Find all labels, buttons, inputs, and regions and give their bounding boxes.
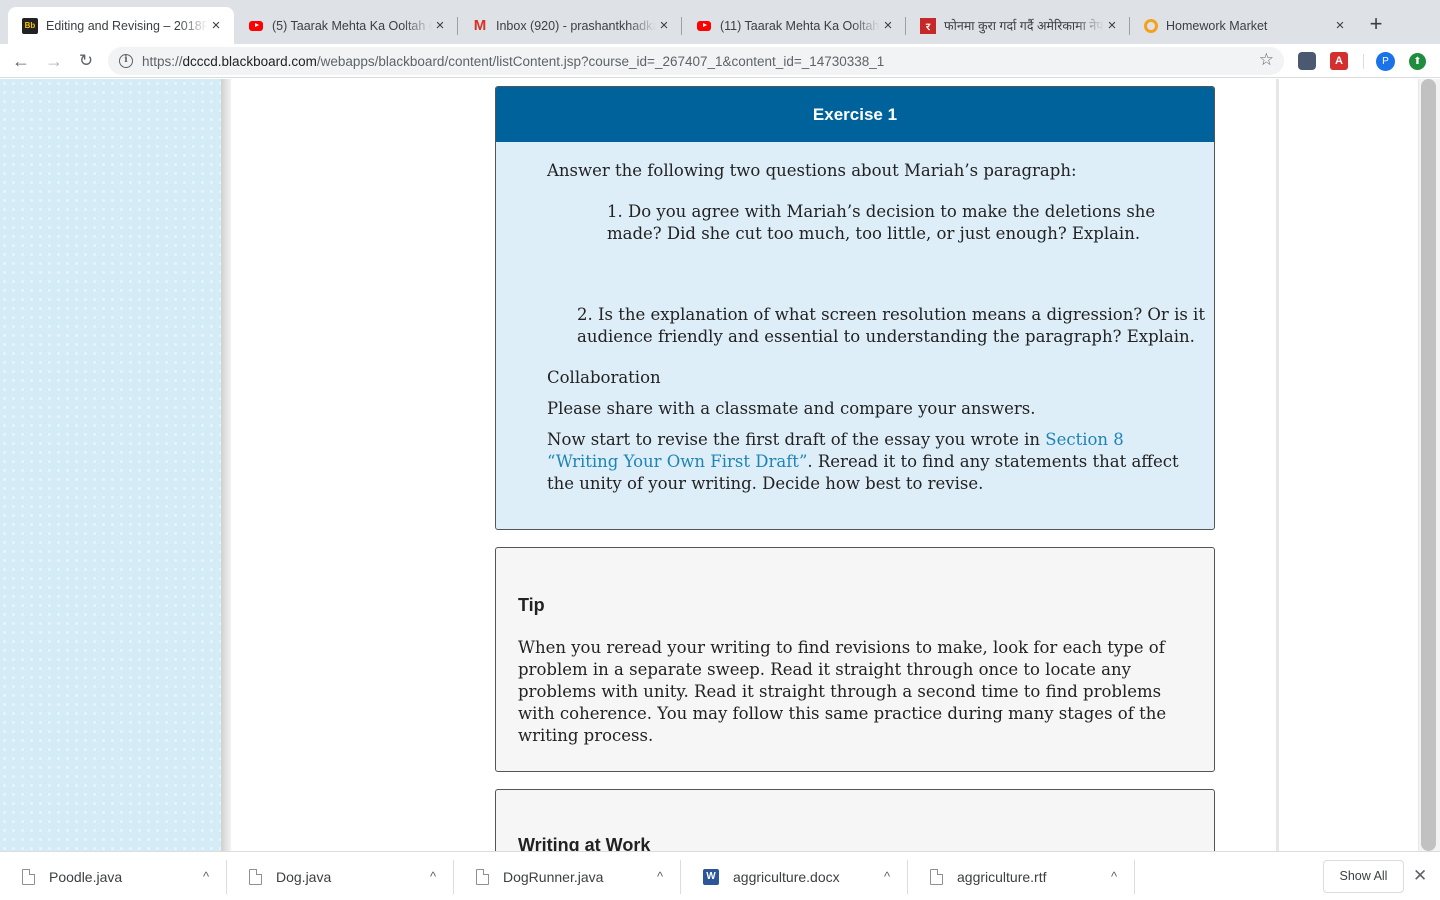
download-filename: Poodle.java [49, 868, 123, 885]
youtube-icon [696, 18, 712, 34]
revise-instructions: Now start to revise the first draft of t… [547, 430, 1179, 493]
chevron-up-icon[interactable]: ^ [191, 869, 221, 884]
decorative-sidebar [0, 79, 221, 851]
question-1: 1. Do you agree with Mariah’s decision t… [607, 202, 1156, 243]
download-item-aggriculture-docx[interactable]: W aggriculture.docx ^ [681, 852, 908, 900]
extension-icon[interactable] [1298, 52, 1316, 70]
download-shelf: Poodle.java ^ Dog.java ^ DogRunner.java … [0, 851, 1440, 900]
url-path: /webapps/blackboard/content/listContent.… [316, 53, 885, 69]
show-all-button[interactable]: Show All [1323, 860, 1404, 893]
tab-homework-market[interactable]: Homework Market × [1130, 7, 1358, 44]
new-tab-icon[interactable]: + [1364, 12, 1388, 36]
download-filename: DogRunner.java [503, 868, 604, 885]
toolbar-separator [1363, 54, 1364, 69]
tab-title: Editing and Revising – 2018F [46, 18, 208, 33]
close-icon[interactable]: ✕ [1413, 866, 1427, 886]
file-icon [249, 868, 262, 885]
homework-market-icon [1144, 18, 1158, 33]
tab-gmail-inbox[interactable]: M Inbox (920) - prashantkhadka × [458, 7, 682, 44]
bookmark-star-icon[interactable]: ☆ [1259, 50, 1274, 70]
collaboration-heading: Collaboration [547, 368, 661, 387]
download-item-aggriculture-rtf[interactable]: aggriculture.rtf ^ [908, 852, 1135, 900]
tab-title: (11) Taarak Mehta Ka Ooltah Chashmah [720, 18, 880, 33]
forward-arrow-icon[interactable]: → [42, 49, 66, 73]
url-text: https://dcccd.blackboard.com/webapps/bla… [142, 53, 885, 69]
download-item-dog[interactable]: Dog.java ^ [227, 852, 454, 900]
url-domain: dcccd.blackboard.com [182, 53, 317, 69]
tab-editing-revising[interactable]: Bb Editing and Revising – 2018F × [8, 7, 234, 44]
chevron-up-icon[interactable]: ^ [645, 869, 675, 884]
chevron-up-icon[interactable]: ^ [1099, 869, 1129, 884]
tab-close-icon[interactable]: × [208, 17, 224, 34]
youtube-icon [248, 18, 264, 34]
tab-close-icon[interactable]: × [1332, 17, 1348, 34]
file-icon [930, 868, 943, 885]
tab-close-icon[interactable]: × [656, 17, 672, 34]
tab-close-icon[interactable]: × [432, 17, 448, 34]
content-shadow-left [221, 79, 231, 851]
site-info-icon[interactable]: i [119, 54, 133, 68]
tab-strip: Bb Editing and Revising – 2018F × (5) Ta… [0, 0, 1440, 44]
exercise-box: Exercise 1 Answer the following two ques… [495, 86, 1215, 530]
tab-taarak-mehta-1[interactable]: (5) Taarak Mehta Ka Ooltah Chashmah × [234, 7, 458, 44]
tab-title: (5) Taarak Mehta Ka Ooltah Chashmah [272, 18, 432, 33]
tab-close-icon[interactable]: × [1104, 17, 1120, 34]
update-icon[interactable]: ⬆ [1409, 53, 1426, 70]
address-bar[interactable]: i https://dcccd.blackboard.com/webapps/b… [108, 47, 1284, 75]
file-icon [476, 868, 489, 885]
collaboration-text: Please share with a classmate and compar… [547, 399, 1036, 418]
chevron-up-icon[interactable]: ^ [418, 869, 448, 884]
gmail-icon: M [473, 17, 487, 34]
pdf-extension-icon[interactable]: A [1330, 52, 1348, 70]
tab-taarak-mehta-2[interactable]: (11) Taarak Mehta Ka Ooltah Chashmah × [682, 7, 906, 44]
chevron-up-icon[interactable]: ^ [872, 869, 902, 884]
reload-icon[interactable]: ↻ [74, 49, 98, 73]
tip-box: Tip When you reread your writing to find… [495, 547, 1215, 772]
back-arrow-icon[interactable]: ← [9, 49, 33, 73]
download-item-poodle[interactable]: Poodle.java ^ [0, 852, 227, 900]
exercise-title: Exercise 1 [496, 87, 1214, 142]
tip-title: Tip [518, 595, 545, 615]
tab-title: Homework Market [1166, 18, 1268, 33]
blackboard-icon: Bb [22, 17, 38, 34]
browser-toolbar: ← → ↻ i https://dcccd.blackboard.com/web… [0, 44, 1440, 78]
tab-nepali-news[interactable]: र फोनमा कुरा गर्दा गर्दै अमेरिकामा नेपाल… [906, 7, 1130, 44]
tab-title: Inbox (920) - prashantkhadka [496, 18, 656, 33]
download-filename: aggriculture.rtf [957, 868, 1047, 885]
tip-text: When you reread your writing to find rev… [518, 638, 1167, 745]
content-shadow-right [1276, 79, 1279, 851]
download-separator [1134, 860, 1135, 894]
file-icon [22, 868, 35, 885]
tab-title: फोनमा कुरा गर्दा गर्दै अमेरिकामा नेपाल [944, 19, 1104, 33]
word-doc-icon: W [703, 868, 719, 885]
download-item-dogrunner[interactable]: DogRunner.java ^ [454, 852, 681, 900]
tab-close-icon[interactable]: × [880, 17, 896, 34]
download-filename: aggriculture.docx [733, 868, 840, 885]
question-2: 2. Is the explanation of what screen res… [577, 305, 1205, 346]
writing-at-work-title: Writing at Work [518, 835, 651, 851]
download-filename: Dog.java [276, 868, 332, 885]
profile-avatar[interactable]: P [1376, 52, 1395, 71]
scrollbar-thumb[interactable] [1421, 79, 1436, 851]
news-icon: र [920, 17, 936, 34]
page-viewport: Exercise 1 Answer the following two ques… [0, 79, 1440, 851]
writing-at-work-box: Writing at Work [495, 789, 1215, 851]
exercise-intro: Answer the following two questions about… [547, 161, 1077, 180]
